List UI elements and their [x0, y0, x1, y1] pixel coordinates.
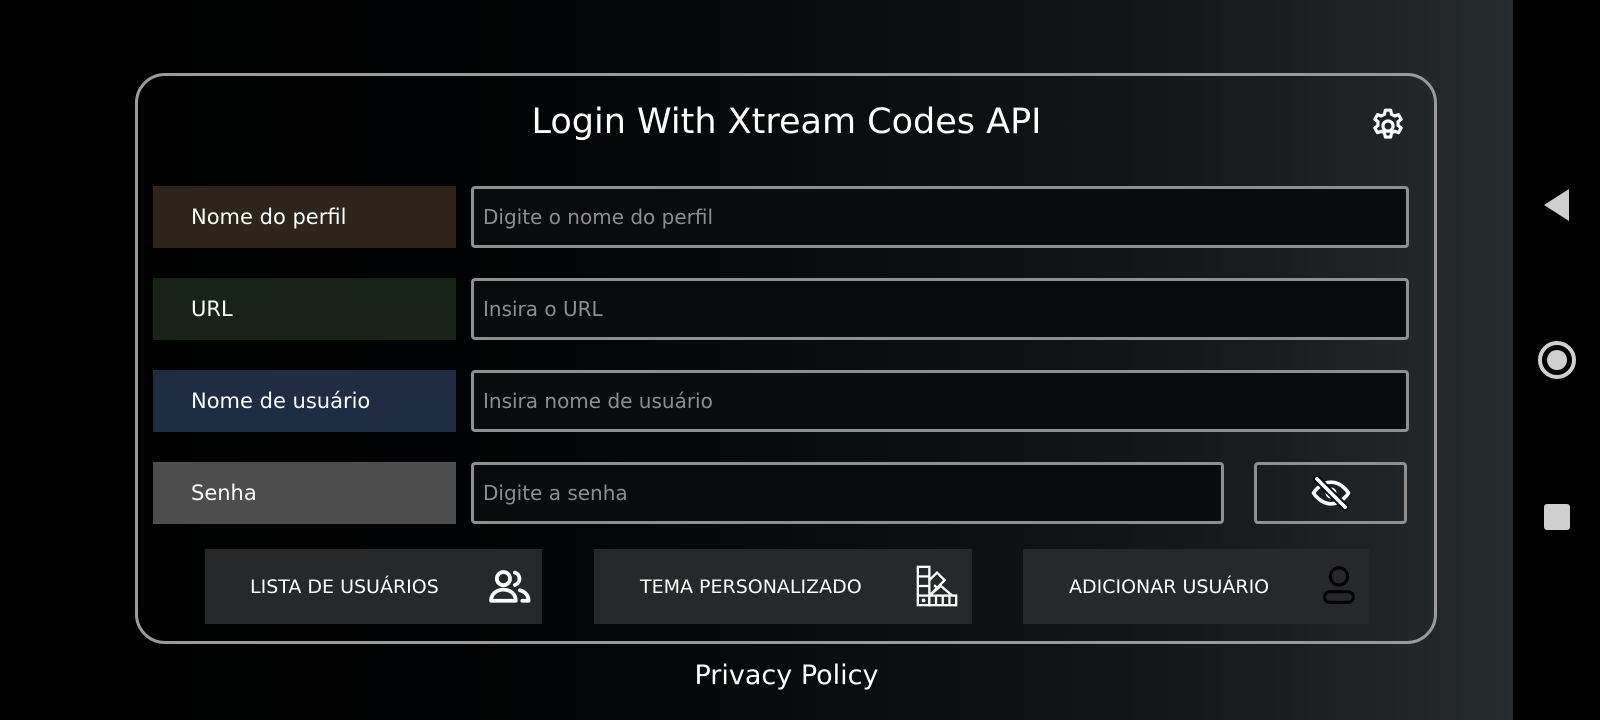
recents-button[interactable]	[1513, 492, 1600, 542]
custom-theme-label: TEMA PERSONALIZADO	[640, 575, 862, 598]
url-input[interactable]	[471, 278, 1409, 340]
toggle-password-visibility-button[interactable]	[1254, 462, 1407, 524]
user-list-label: LISTA DE USUÁRIOS	[250, 575, 439, 598]
privacy-policy-link[interactable]: Privacy Policy	[0, 660, 1573, 691]
page-title: Login With Xtream Codes API	[531, 102, 1042, 142]
back-button[interactable]	[1513, 180, 1600, 230]
gear-icon	[1373, 108, 1403, 139]
profile-name-input[interactable]	[471, 186, 1409, 248]
add-user-button[interactable]: ADICIONAR USUÁRIO	[1023, 549, 1369, 624]
url-label: URL	[153, 278, 456, 340]
password-input[interactable]	[471, 462, 1224, 524]
password-label: Senha	[153, 462, 456, 524]
color-palette-icon	[912, 561, 962, 611]
username-label: Nome de usuário	[153, 370, 456, 432]
system-navigation-bar	[1513, 0, 1600, 720]
recents-square-icon	[1543, 504, 1570, 530]
home-button[interactable]	[1513, 335, 1600, 385]
username-input[interactable]	[471, 370, 1409, 432]
eye-off-icon	[1311, 475, 1350, 511]
add-user-label: ADICIONAR USUÁRIO	[1069, 575, 1270, 598]
back-triangle-icon	[1543, 189, 1569, 221]
users-icon	[485, 561, 535, 611]
profile-name-label: Nome do perfil	[153, 186, 456, 248]
settings-button[interactable]	[1366, 104, 1410, 148]
custom-theme-button[interactable]: TEMA PERSONALIZADO	[594, 549, 972, 624]
user-icon	[1314, 561, 1364, 611]
user-list-button[interactable]: LISTA DE USUÁRIOS	[205, 549, 542, 624]
app-screen: Login With Xtream Codes API Nome do perf…	[0, 0, 1600, 720]
home-circle-icon	[1537, 341, 1576, 379]
